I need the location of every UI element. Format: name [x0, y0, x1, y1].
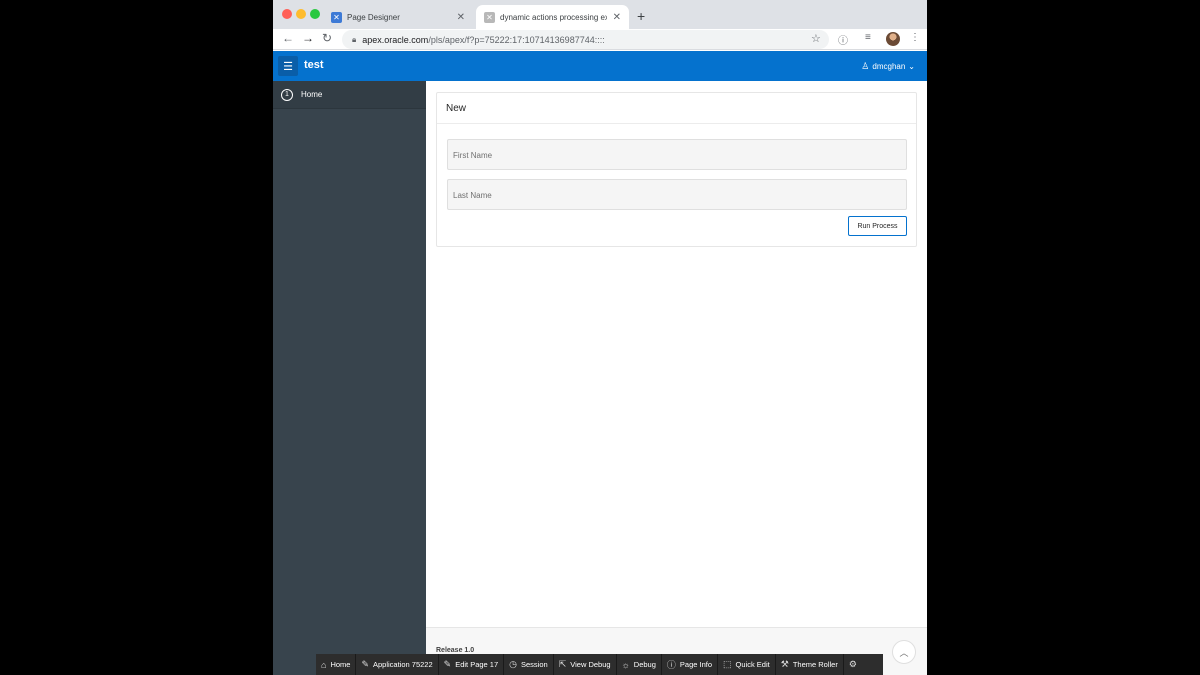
- dev-application-button[interactable]: ✎ Application 75222: [356, 654, 439, 675]
- quick-edit-icon: ⬚: [723, 659, 732, 669]
- dev-settings-button[interactable]: ⚙: [844, 654, 862, 675]
- info-icon: ⓘ: [666, 660, 676, 670]
- dev-session-button[interactable]: ◷ Session: [504, 654, 554, 675]
- view-debug-icon: ⇱: [558, 659, 567, 669]
- last-name-field[interactable]: Last Name: [447, 179, 907, 210]
- dev-debug-button[interactable]: ☼ Debug: [617, 654, 662, 675]
- url-host: apex.oracle.com: [362, 34, 429, 45]
- dev-page-info-button[interactable]: ⓘ Page Info: [662, 654, 719, 675]
- dev-quick-edit-button[interactable]: ⬚ Quick Edit: [718, 654, 776, 675]
- bookmark-star-icon[interactable]: ☆: [811, 32, 821, 45]
- tab-page-designer[interactable]: ✕ Page Designer ✕: [323, 5, 473, 29]
- edit-app-icon: ✎: [361, 659, 369, 669]
- dev-item-label: Session: [521, 660, 548, 669]
- page-body: New First Name Last Name Run Process Rel…: [426, 81, 927, 675]
- back-icon[interactable]: ←: [282, 31, 294, 45]
- user-menu[interactable]: ♙ dmcghan ⌄: [861, 61, 915, 72]
- forward-icon[interactable]: →: [302, 31, 314, 45]
- dev-home-button[interactable]: ⌂ Home: [316, 654, 357, 675]
- chevron-down-icon: ⌄: [908, 62, 915, 71]
- dev-view-debug-button[interactable]: ⇱ View Debug: [554, 654, 617, 675]
- apex-favicon-icon: ✕: [484, 11, 495, 23]
- gear-icon: ⚙: [848, 659, 857, 669]
- last-name-label: Last Name: [453, 191, 492, 200]
- dev-item-label: Theme Roller: [792, 660, 838, 669]
- lock-icon: 🔒︎: [352, 34, 357, 44]
- extension-info-icon[interactable]: ⓘ: [838, 32, 848, 47]
- browser-menu-icon[interactable]: ⋮: [910, 32, 920, 43]
- dev-item-label: Quick Edit: [735, 660, 770, 669]
- dev-item-label: View Debug: [570, 660, 611, 669]
- profile-avatar[interactable]: [886, 32, 900, 46]
- tab-strip: ✕ Page Designer ✕ ✕ dynamic actions proc…: [273, 0, 927, 29]
- dev-item-label: Edit Page 17: [455, 660, 499, 669]
- new-tab-button[interactable]: +: [637, 8, 645, 24]
- theme-roller-icon: ⚒: [780, 659, 789, 669]
- close-window-button[interactable]: [282, 9, 292, 19]
- region-new: New First Name Last Name Run Process: [436, 92, 917, 247]
- dev-item-label: Home: [330, 660, 351, 669]
- close-tab-icon[interactable]: ✕: [613, 12, 621, 23]
- app-header: ☰ test ♙ dmcghan ⌄: [273, 51, 927, 81]
- scroll-to-top-button[interactable]: ︿: [892, 640, 916, 664]
- nav-toggle-button[interactable]: ☰: [278, 56, 298, 76]
- media-queue-icon[interactable]: ≡: [865, 32, 871, 43]
- apex-favicon-icon: ✕: [331, 11, 342, 23]
- chevron-up-icon: ︿: [899, 647, 909, 658]
- first-name-label: First Name: [453, 151, 493, 160]
- browser-toolbar: ← → ↻ 🔒︎ apex.oracle.com/pls/apex/f?p=75…: [273, 29, 927, 50]
- tab-dynamic-actions[interactable]: ✕ dynamic actions processing exa ✕: [476, 5, 629, 29]
- session-icon: ◷: [509, 659, 517, 669]
- dev-item-label: Application 75222: [373, 660, 433, 669]
- address-bar[interactable]: 🔒︎ apex.oracle.com/pls/apex/f?p=75222:17…: [342, 30, 829, 49]
- first-name-field[interactable]: First Name: [447, 139, 907, 170]
- release-label: Release 1.0: [436, 647, 475, 654]
- browser-window: ✕ Page Designer ✕ ✕ dynamic actions proc…: [273, 0, 927, 675]
- nav-item-label: Home: [301, 90, 323, 99]
- debug-icon: ☼: [621, 659, 630, 670]
- user-icon: ♙: [861, 61, 870, 71]
- dev-edit-page-button[interactable]: ✎ Edit Page 17: [439, 654, 505, 675]
- maximize-window-button[interactable]: [310, 9, 320, 19]
- app-title[interactable]: test: [304, 59, 324, 71]
- hamburger-icon: ☰: [283, 60, 293, 73]
- run-process-button[interactable]: Run Process: [848, 216, 907, 236]
- dev-item-label: Debug: [633, 660, 656, 669]
- dev-item-label: Page Info: [679, 660, 713, 669]
- minimize-window-button[interactable]: [296, 9, 306, 19]
- home-icon: ⌂: [321, 659, 327, 670]
- region-title: New: [437, 93, 916, 124]
- reload-icon[interactable]: ↻: [322, 31, 332, 45]
- nav-item-home[interactable]: 1 Home: [273, 81, 426, 109]
- close-tab-icon[interactable]: ✕: [457, 12, 465, 23]
- url-path: /pls/apex/f?p=75222:17:10714136987744:::…: [428, 34, 605, 45]
- dev-theme-roller-button[interactable]: ⚒ Theme Roller: [776, 654, 844, 675]
- edit-page-icon: ✎: [443, 659, 452, 669]
- tab-title: dynamic actions processing exa: [500, 12, 607, 22]
- side-navigation: 1 Home: [273, 81, 426, 675]
- tab-title: Page Designer: [347, 12, 400, 22]
- user-name: dmcghan: [872, 62, 906, 71]
- nav-item-number: 1: [281, 88, 293, 101]
- developer-toolbar: ⌂ Home ✎ Application 75222 ✎ Edit Page 1…: [316, 654, 883, 675]
